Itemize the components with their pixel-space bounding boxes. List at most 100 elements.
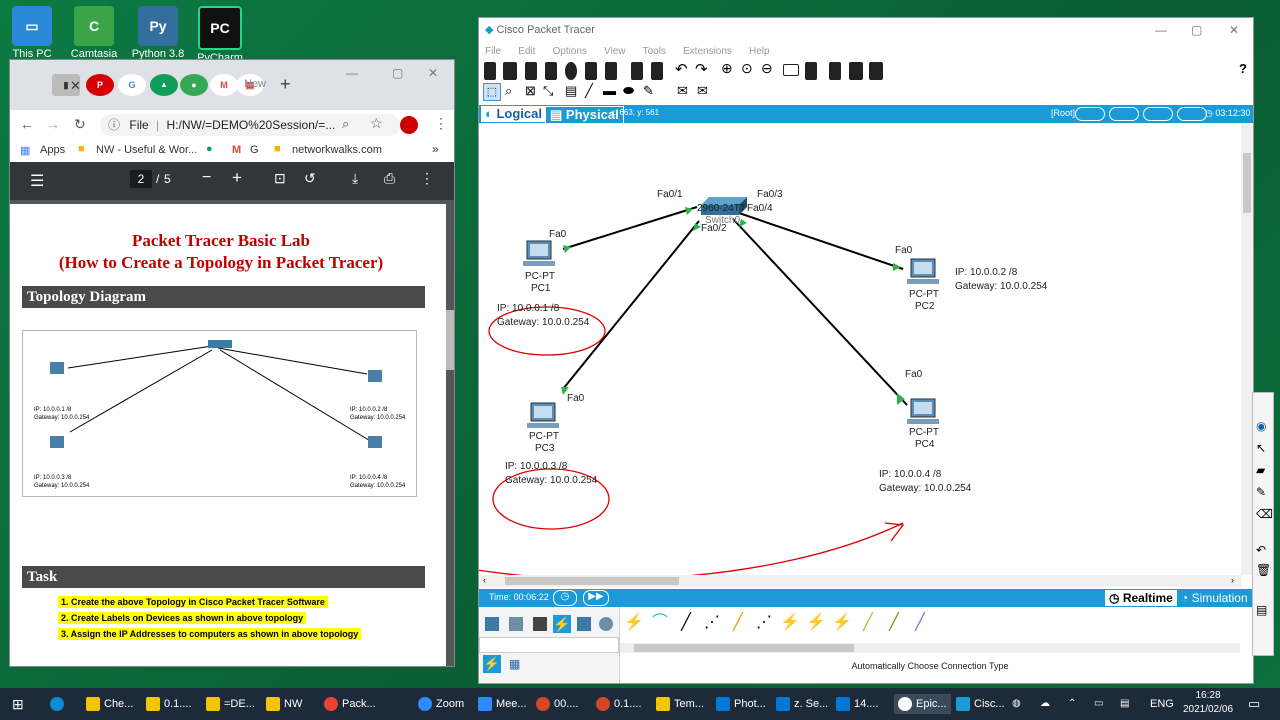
realtime-mode-button[interactable]: ◷ Realtime bbox=[1105, 590, 1177, 606]
desktop-icon-pycharm[interactable]: PC PyCharm bbox=[188, 6, 252, 64]
zoom-out-pt-icon[interactable]: ⊖ bbox=[761, 60, 773, 77]
scroll-right-icon[interactable]: › bbox=[1231, 575, 1234, 585]
more-bookmarks-icon[interactable]: » bbox=[432, 142, 439, 156]
taskbar-item[interactable]: =DE... bbox=[206, 694, 255, 714]
back-arrow-icon[interactable]: ← bbox=[20, 116, 34, 132]
vscroll-thumb[interactable] bbox=[1243, 153, 1251, 213]
zoom-search-icon[interactable]: ⌕ bbox=[342, 116, 349, 132]
trash-icon[interactable]: 🗑 bbox=[1256, 563, 1271, 577]
multiuser-icon[interactable] bbox=[599, 617, 613, 631]
taskbar-item[interactable]: z. Se... bbox=[776, 694, 828, 714]
crossover-cable-icon[interactable]: ⋰ bbox=[702, 613, 722, 633]
power-cycle-icon[interactable]: ◷ bbox=[553, 590, 577, 606]
components-icon[interactable] bbox=[533, 617, 547, 631]
fit-page-icon[interactable]: ⊡ bbox=[274, 170, 286, 187]
connections-category-icon[interactable]: ⚡ bbox=[553, 615, 571, 633]
palette-hscroll[interactable] bbox=[620, 643, 1240, 653]
undo-annotation-icon[interactable]: ↶ bbox=[1256, 543, 1266, 557]
delete-icon[interactable]: ⊠ bbox=[525, 83, 536, 99]
help-icon[interactable]: ? bbox=[1239, 61, 1247, 76]
tray-chevron-icon[interactable]: ⌃ bbox=[1068, 694, 1076, 714]
input-language[interactable]: ENG bbox=[1150, 694, 1174, 714]
zoom-out-icon[interactable]: − bbox=[202, 169, 211, 187]
taskbar-item[interactable]: 00.... bbox=[536, 694, 578, 714]
category-search[interactable] bbox=[479, 637, 619, 653]
menu-edit[interactable]: Edit bbox=[518, 46, 535, 57]
resize-icon[interactable]: ⤡ bbox=[543, 83, 553, 99]
logical-workspace[interactable]: Fa0/1 Fa0/2 Fa0/3 Fa0/4 2960-24TT Switch… bbox=[479, 123, 1241, 575]
connections-subtype-icon[interactable]: ⚡ bbox=[483, 655, 501, 673]
desktop-icon-this-pc[interactable]: ▭ This PC bbox=[0, 6, 64, 60]
tray-people-icon[interactable]: ◍ bbox=[1012, 694, 1021, 714]
system-clock[interactable]: 16:28 2021/02/06 bbox=[1178, 689, 1238, 715]
bookmark-gmail-icon[interactable]: M bbox=[232, 144, 241, 156]
list-view-icon[interactable] bbox=[829, 62, 841, 80]
open-folder-icon[interactable] bbox=[503, 62, 517, 80]
bookmark-g[interactable]: G bbox=[250, 144, 259, 156]
close-window-icon[interactable]: ✕ bbox=[428, 66, 438, 80]
maximize-icon[interactable]: ▢ bbox=[392, 66, 403, 80]
misc-icon[interactable] bbox=[577, 617, 591, 631]
pc3-icon[interactable] bbox=[527, 402, 559, 428]
hscroll-thumb[interactable] bbox=[505, 577, 679, 585]
pt-close-icon[interactable]: ✕ bbox=[1229, 23, 1239, 37]
taskbar-item[interactable]: Zoom bbox=[418, 694, 464, 714]
pen-icon[interactable]: ✎ bbox=[1256, 485, 1266, 499]
paste-icon[interactable] bbox=[651, 62, 663, 80]
serial-dte-icon[interactable]: ⚡ bbox=[832, 613, 852, 633]
auto-connect-icon[interactable]: ⚡ bbox=[624, 613, 644, 633]
save-icon[interactable] bbox=[525, 62, 537, 80]
drawing-palette-icon[interactable] bbox=[783, 64, 799, 76]
menu-tools[interactable]: Tools bbox=[643, 46, 666, 57]
end-devices-icon[interactable] bbox=[509, 617, 523, 631]
select-icon[interactable]: ⬚ bbox=[483, 83, 501, 101]
taskbar-item[interactable]: 14.... bbox=[836, 694, 878, 714]
menu-file[interactable]: File bbox=[485, 46, 501, 57]
star-bookmark-icon[interactable]: ☆ bbox=[370, 115, 383, 132]
usb-cable-icon[interactable]: ╱ bbox=[910, 613, 930, 633]
download-icon[interactable]: ⤓ bbox=[352, 170, 358, 187]
new-file-icon[interactable] bbox=[484, 62, 496, 80]
straight-through-cable-icon[interactable]: ╱ bbox=[676, 613, 696, 633]
pinterest-tab-icon[interactable]: P bbox=[86, 74, 114, 96]
tray-network-icon[interactable]: ▤ bbox=[1120, 694, 1129, 714]
pc1-icon[interactable] bbox=[523, 240, 555, 266]
pdf-more-icon[interactable]: ⋮ bbox=[420, 170, 434, 187]
drive-tab-icon[interactable]: ▲ bbox=[150, 74, 178, 96]
ellipse-draw-icon[interactable]: ⬬ bbox=[623, 83, 634, 99]
desktop-icon-python[interactable]: Py Python 3.8 bbox=[126, 6, 190, 60]
serial-dce-icon[interactable]: ⚡ bbox=[806, 613, 826, 633]
taskbar-item[interactable]: Pack... bbox=[324, 694, 376, 714]
tab-logical[interactable]: ◐ Logical bbox=[481, 106, 546, 122]
link-pc3-switch[interactable] bbox=[562, 220, 700, 390]
highlighter-icon[interactable]: ▰ bbox=[1256, 463, 1265, 477]
new-cluster-button[interactable] bbox=[1075, 107, 1105, 121]
eye-icon[interactable]: ◉ bbox=[1256, 419, 1266, 433]
taskbar-item[interactable]: Epic... bbox=[894, 694, 951, 714]
zoom-in-pt-icon[interactable]: ⊕ bbox=[721, 60, 733, 77]
pointer-icon[interactable]: ↖ bbox=[1256, 441, 1266, 455]
activity-wizard-icon[interactable] bbox=[585, 62, 597, 80]
windows-start-icon[interactable]: ⊞ bbox=[12, 694, 24, 714]
freeform-draw-icon[interactable]: ✎ bbox=[643, 83, 654, 99]
save-as-icon[interactable] bbox=[545, 62, 557, 80]
taskbar-item[interactable]: Phot... bbox=[716, 694, 766, 714]
tray-onedrive-icon[interactable]: ☁ bbox=[1040, 694, 1050, 714]
bookmark-meet-icon[interactable]: ● bbox=[206, 143, 213, 155]
desktop-icon-camtasia[interactable]: C Camtasia bbox=[62, 6, 126, 60]
edge-icon[interactable] bbox=[50, 694, 68, 714]
line-draw-icon[interactable]: ╱ bbox=[585, 83, 593, 99]
eraser-icon[interactable]: ⌫ bbox=[1256, 507, 1273, 521]
info-circle-icon[interactable] bbox=[565, 62, 577, 80]
menu-help[interactable]: Help bbox=[749, 46, 770, 57]
link-pc4-switch[interactable] bbox=[732, 218, 908, 406]
taskbar-item[interactable]: 0.1.... bbox=[146, 694, 192, 714]
workspace-hscroll[interactable]: ‹ › bbox=[479, 575, 1241, 587]
taskbar-item[interactable]: Mee... bbox=[478, 694, 527, 714]
console-cable-icon[interactable]: ⌒ bbox=[650, 613, 670, 633]
custom-device-icon[interactable] bbox=[805, 62, 817, 80]
taskbar-item[interactable]: Che... bbox=[86, 694, 133, 714]
zoom-reset-icon[interactable]: ⊙ bbox=[741, 60, 753, 77]
taskbar-item[interactable]: 0.1.... bbox=[596, 694, 642, 714]
print-pt-icon[interactable] bbox=[605, 62, 617, 80]
